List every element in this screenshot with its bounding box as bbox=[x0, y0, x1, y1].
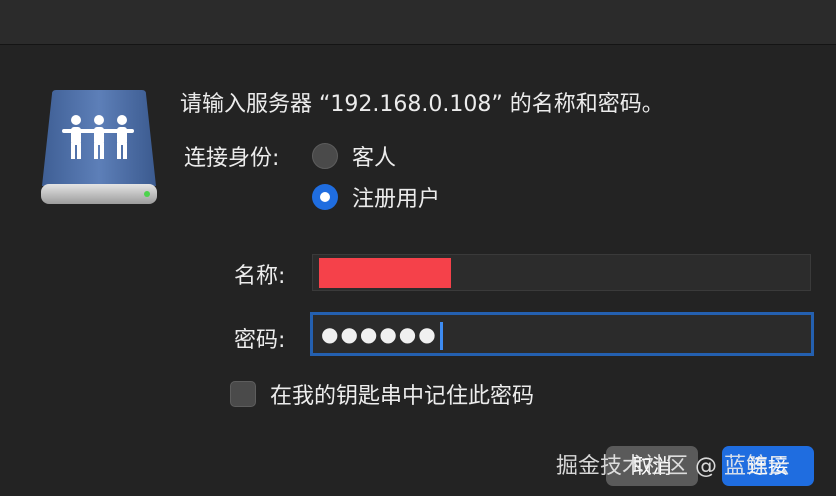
prompt-text: 请输入服务器 “192.168.0.108” 的名称和密码。 bbox=[180, 92, 664, 117]
remember-label: 在我的钥匙串中记住此密码 bbox=[270, 384, 535, 409]
radio-button-registered-user[interactable] bbox=[312, 184, 338, 210]
title-bar bbox=[0, 0, 836, 45]
radio-guest-label: 客人 bbox=[352, 146, 397, 171]
password-label: 密码: bbox=[234, 328, 286, 353]
name-label: 名称: bbox=[234, 264, 286, 289]
password-dots: ●●●●●● bbox=[321, 322, 438, 346]
radio-registered-user-label: 注册用户 bbox=[352, 187, 441, 212]
server-drive-icon bbox=[41, 90, 157, 204]
connect-as-label: 连接身份: bbox=[184, 146, 280, 171]
remember-in-keychain[interactable]: 在我的钥匙串中记住此密码 bbox=[230, 378, 534, 410]
name-field[interactable] bbox=[312, 254, 811, 291]
redaction-block bbox=[319, 258, 451, 288]
remember-checkbox[interactable] bbox=[230, 381, 256, 407]
radio-registered-user[interactable]: 注册用户 bbox=[312, 181, 440, 213]
password-field[interactable]: ●●●●●● bbox=[310, 312, 814, 356]
text-caret bbox=[439, 321, 443, 350]
radio-guest[interactable]: 客人 bbox=[312, 140, 396, 172]
radio-button-guest[interactable] bbox=[312, 143, 338, 169]
watermark-text: 掘金技术社区 @ 蓝鲸云 bbox=[556, 454, 790, 479]
